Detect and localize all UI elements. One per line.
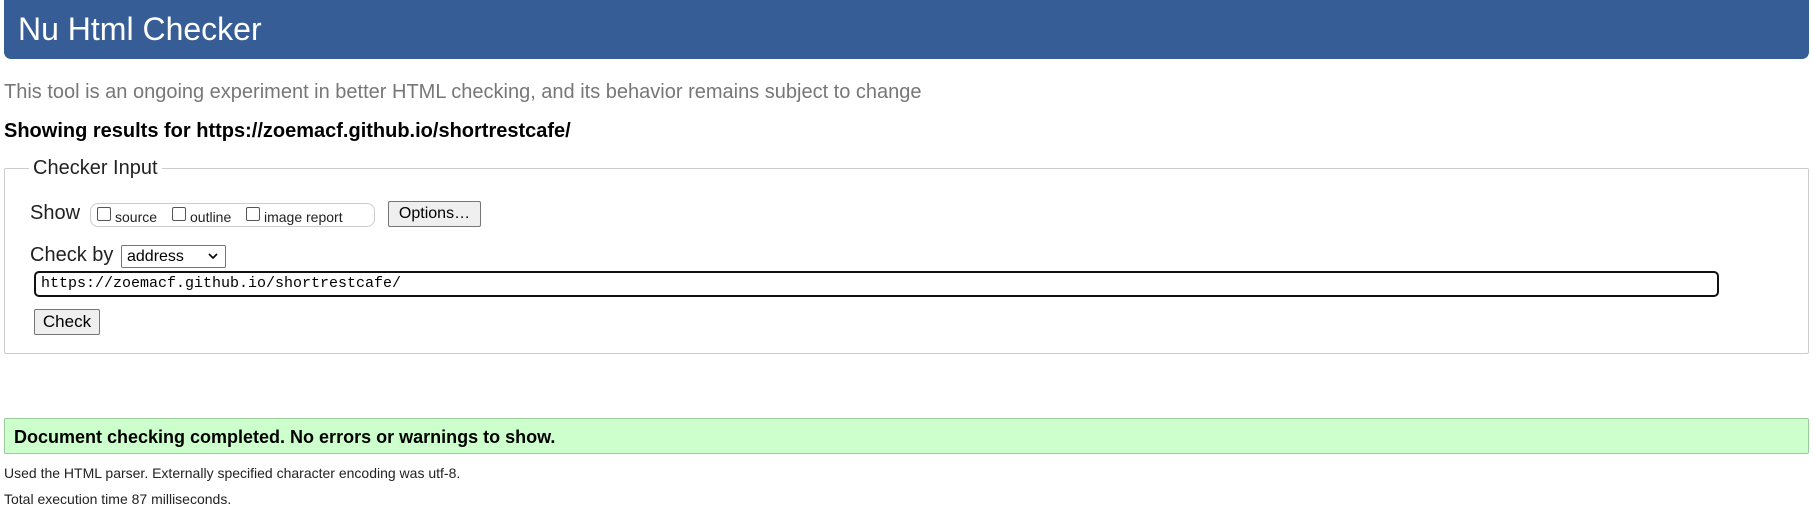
check-by-selected-value: address [127, 248, 184, 265]
page: Nu Html Checker This tool is an ongoing … [0, 0, 1813, 514]
outline-checkbox-label[interactable]: outline [190, 209, 231, 225]
results-for-heading: Showing results for https://zoemacf.gith… [4, 120, 571, 142]
source-checkbox-label[interactable]: source [115, 209, 157, 225]
options-button[interactable]: Options… [388, 201, 481, 227]
page-title: Nu Html Checker [18, 11, 262, 47]
tagline: This tool is an ongoing experiment in be… [4, 81, 922, 103]
image-report-checkbox[interactable] [246, 207, 260, 221]
show-options-group: source outline image report [90, 203, 375, 227]
check-by-label: Check by [30, 244, 114, 266]
header-banner: Nu Html Checker [4, 0, 1809, 59]
outline-checkbox[interactable] [172, 207, 186, 221]
execution-time: Total execution time 87 milliseconds. [4, 491, 232, 507]
check-button[interactable]: Check [34, 309, 100, 335]
checker-input-fieldset: Checker Input [4, 155, 1809, 354]
fieldset-legend: Checker Input [29, 155, 162, 181]
show-label: Show [30, 202, 81, 224]
image-report-checkbox-label[interactable]: image report [264, 209, 343, 225]
parser-info: Used the HTML parser. Externally specifi… [4, 465, 461, 481]
chevron-down-icon [208, 253, 218, 260]
source-checkbox[interactable] [97, 207, 111, 221]
success-message: Document checking completed. No errors o… [14, 427, 556, 447]
success-message-box: Document checking completed. No errors o… [4, 418, 1809, 454]
check-by-select[interactable]: address [121, 245, 226, 268]
url-input[interactable]: https://zoemacf.github.io/shortrestcafe/ [34, 271, 1719, 297]
